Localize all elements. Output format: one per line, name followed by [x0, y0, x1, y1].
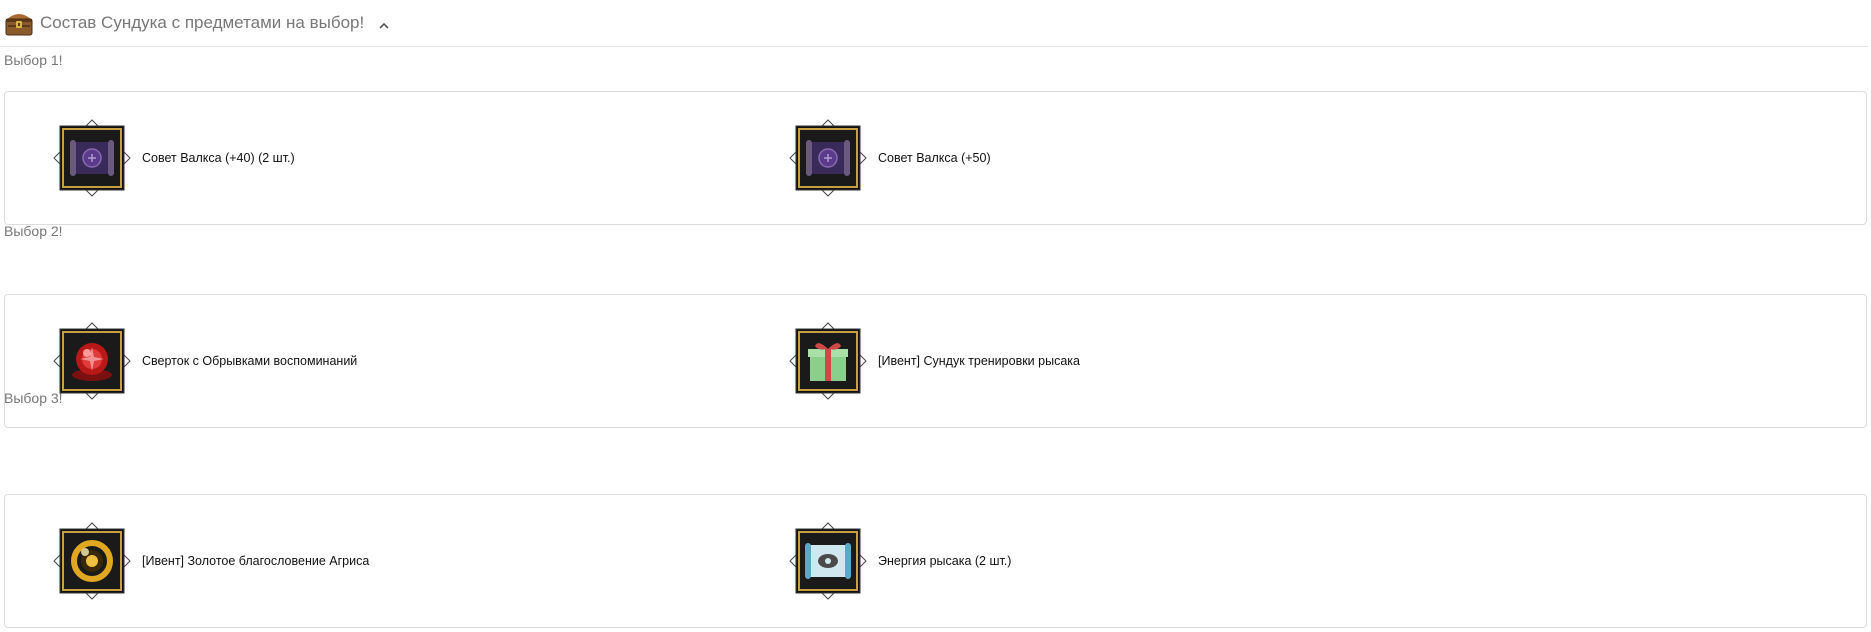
reward-item-name: [Ивент] Сундук тренировки рысака — [878, 354, 1080, 368]
reward-item-name: [Ивент] Золотое благословение Агриса — [142, 554, 370, 568]
group-label-1: Выбор 1! — [4, 52, 63, 68]
reward-item-name: Совет Валкса (+50) — [878, 151, 991, 165]
treasure-chest-icon — [5, 14, 33, 36]
reward-item-name: Энергия рысака (2 шт.) — [878, 554, 1012, 568]
reward-item-name: Совет Валкса (+40) (2 шт.) — [142, 151, 295, 165]
group-label-3: Выбор 3! — [4, 390, 63, 406]
reward-item[interactable]: Совет Валкса (+50) — [788, 118, 991, 198]
choice-group-3: [Ивент] Золотое благословение Агриса Эне… — [4, 494, 1867, 628]
reward-item[interactable]: [Ивент] Золотое благословение Агриса — [52, 521, 369, 601]
scroll-icon — [53, 119, 131, 197]
reward-item[interactable]: [Ивент] Сундук тренировки рысака — [788, 321, 1080, 401]
reward-item-name: Сверток с Обрывками воспоминаний — [142, 354, 358, 368]
header-title: Состав Сундука с предметами на выбор! — [40, 13, 365, 32]
reward-item[interactable]: Энергия рысака (2 шт.) — [788, 521, 1011, 601]
choice-group-1: Совет Валкса (+40) (2 шт.) Совет Валкса … — [4, 91, 1867, 225]
reward-item[interactable]: Совет Валкса (+40) (2 шт.) — [52, 118, 295, 198]
red-orb-icon — [53, 322, 131, 400]
scroll-icon — [789, 119, 867, 197]
gold-ring-icon — [53, 522, 131, 600]
chevron-up-icon[interactable] — [378, 20, 390, 32]
group-label-2: Выбор 2! — [4, 223, 63, 239]
chest-contents-header[interactable]: Состав Сундука с предметами на выбор! — [0, 0, 1868, 47]
gift-box-icon — [789, 322, 867, 400]
energy-scroll-icon — [789, 522, 867, 600]
reward-item[interactable]: Сверток с Обрывками воспоминаний — [52, 321, 357, 401]
choice-group-2: Сверток с Обрывками воспоминаний [Ивент]… — [4, 294, 1867, 428]
